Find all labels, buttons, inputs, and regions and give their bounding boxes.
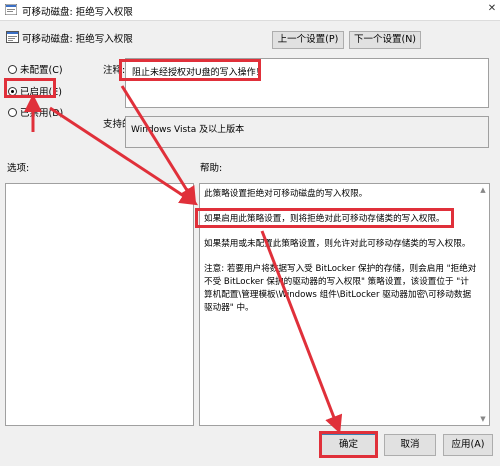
annotation-arrows xyxy=(24,85,343,434)
arrow-to-help xyxy=(49,106,199,206)
arrow-comment-to-help xyxy=(120,85,197,206)
arrow-to-ok xyxy=(260,230,343,434)
